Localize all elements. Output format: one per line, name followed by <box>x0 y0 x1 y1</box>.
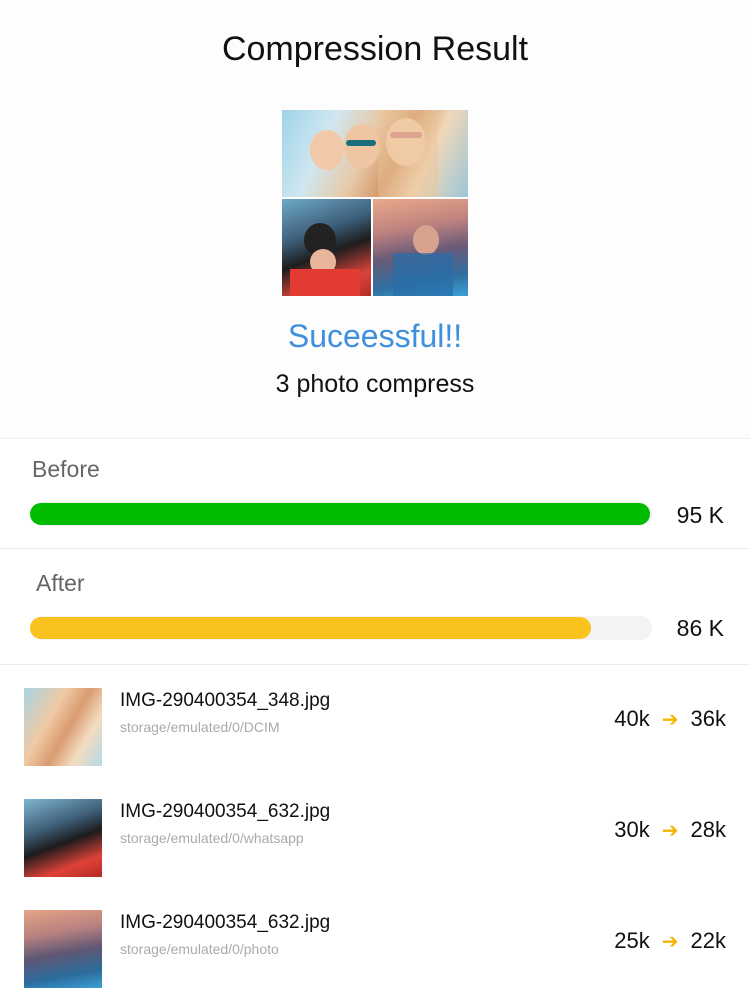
arrow-right-icon: ➔ <box>661 930 679 953</box>
size-change: 25k ➔ 22k <box>614 928 726 954</box>
size-change: 40k ➔ 36k <box>614 706 726 732</box>
size-before: 25k <box>614 928 650 953</box>
file-row[interactable]: IMG-290400354_632.jpg storage/emulated/0… <box>0 799 750 909</box>
before-size: 95 K <box>676 502 724 528</box>
divider <box>0 664 750 665</box>
before-label: Before <box>32 456 100 482</box>
compress-summary: 3 photo compress <box>275 370 475 398</box>
after-bar-fill <box>30 617 591 639</box>
file-path: storage/emulated/0/whatsapp <box>120 830 304 846</box>
file-name: IMG-290400354_632.jpg <box>120 801 331 822</box>
file-path: storage/emulated/0/photo <box>120 941 279 957</box>
size-change: 30k ➔ 28k <box>614 817 726 843</box>
after-bar <box>30 616 652 640</box>
file-thumbnail <box>24 799 102 877</box>
file-path: storage/emulated/0/DCIM <box>120 719 280 735</box>
collage-photo-ride <box>282 199 371 296</box>
arrow-right-icon: ➔ <box>661 819 679 842</box>
before-bar-fill <box>30 503 650 525</box>
size-before: 30k <box>614 817 650 842</box>
after-label: After <box>36 570 85 596</box>
before-bar <box>30 502 652 526</box>
status-message: Suceessful!! <box>287 318 463 354</box>
arrow-right-icon: ➔ <box>661 708 679 731</box>
file-row[interactable]: IMG-290400354_348.jpg storage/emulated/0… <box>0 688 750 798</box>
size-after: 36k <box>690 706 726 731</box>
file-name: IMG-290400354_348.jpg <box>120 690 331 711</box>
size-after: 22k <box>690 928 726 953</box>
file-row[interactable]: IMG-290400354_632.jpg storage/emulated/0… <box>0 910 750 1000</box>
after-size: 86 K <box>676 615 724 641</box>
photo-collage <box>282 110 468 296</box>
page-title: Compression Result <box>221 30 529 68</box>
collage-photo-friends <box>282 110 468 197</box>
size-after: 28k <box>690 817 726 842</box>
file-name: IMG-290400354_632.jpg <box>120 912 331 933</box>
size-before: 40k <box>614 706 650 731</box>
file-thumbnail <box>24 688 102 766</box>
divider <box>0 438 750 439</box>
divider <box>0 548 750 549</box>
file-thumbnail <box>24 910 102 988</box>
collage-photo-party <box>373 199 468 296</box>
